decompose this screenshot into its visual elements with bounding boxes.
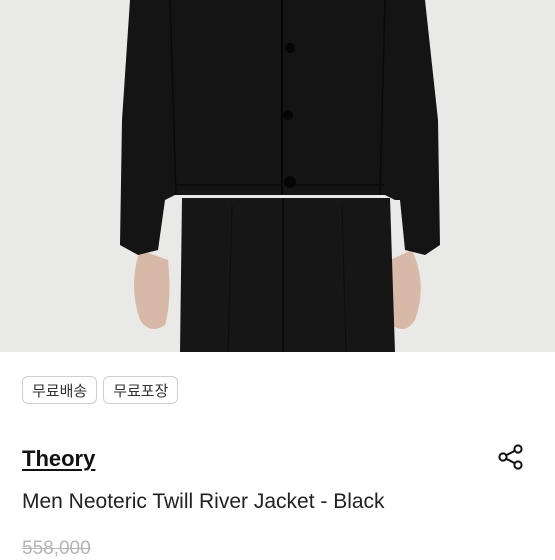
shipping-tags: 무료배송 무료포장 <box>22 376 179 404</box>
brand-link[interactable]: Theory <box>22 446 95 472</box>
product-photo-illustration <box>0 0 555 352</box>
free-wrapping-tag: 무료포장 <box>103 376 179 404</box>
free-shipping-tag: 무료배송 <box>22 376 98 404</box>
share-icon <box>498 444 523 470</box>
share-button[interactable] <box>494 440 528 474</box>
original-price: 558,000 <box>22 538 91 559</box>
product-image[interactable] <box>0 0 555 352</box>
product-title: Men Neoteric Twill River Jacket - Black <box>22 490 385 513</box>
